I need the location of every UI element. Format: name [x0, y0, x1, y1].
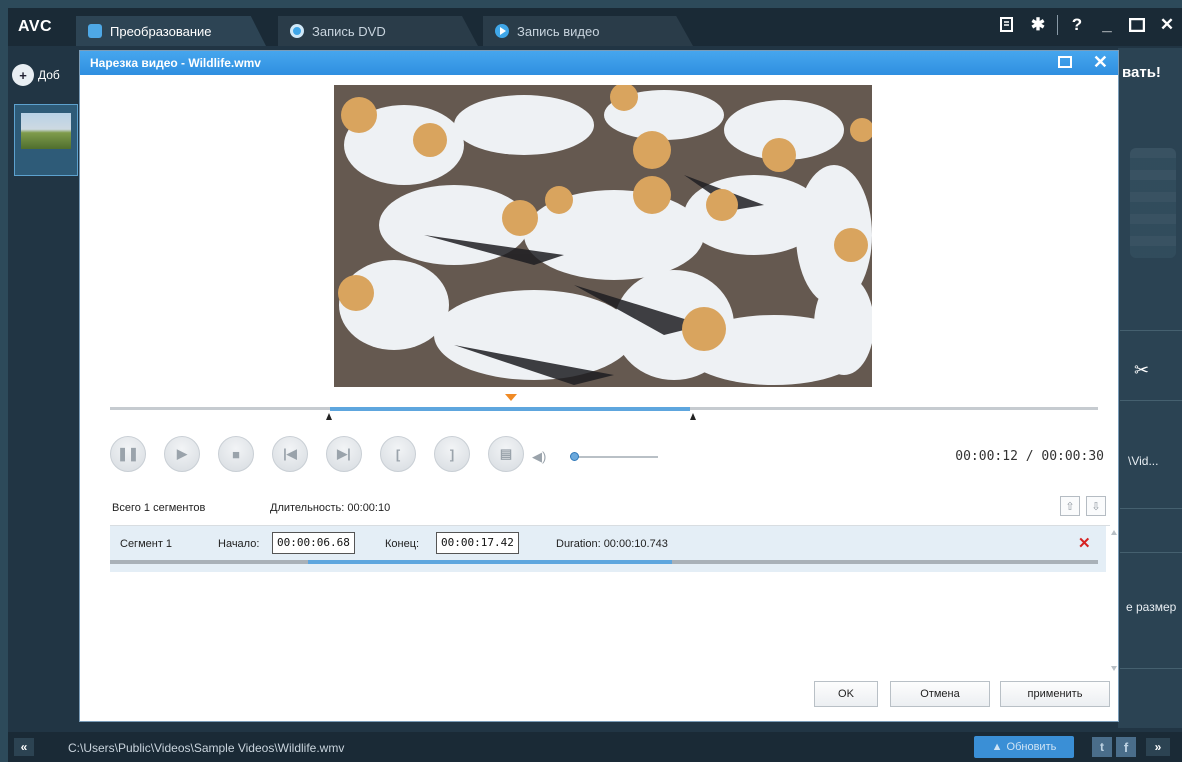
close-icon[interactable]: ✕: [1156, 14, 1178, 36]
segments-duration: Длительность: 00:00:10: [270, 502, 391, 514]
divider: [1120, 400, 1182, 401]
segment-name: Сегмент 1: [120, 538, 173, 550]
end-label: Конец:: [385, 538, 420, 550]
start-marker[interactable]: [326, 413, 332, 420]
tab-video-label: Запись видео: [517, 23, 600, 39]
size-option[interactable]: е размер: [1126, 600, 1176, 614]
tab-dvd-label: Запись DVD: [312, 23, 386, 39]
segment-list: Сегмент 1 Начало: 00:00:06.68 Конец: 00:…: [110, 525, 1117, 675]
play-segment-button[interactable]: ▶: [164, 436, 200, 472]
app-logo: AVC: [18, 18, 53, 35]
task-list-icon[interactable]: [997, 14, 1019, 36]
facebook-icon[interactable]: f: [1116, 737, 1136, 757]
update-button[interactable]: ▲ Обновить: [974, 736, 1074, 758]
add-file-icon: +: [12, 64, 34, 86]
move-down-icon[interactable]: ⇩: [1086, 496, 1106, 516]
volume-icon[interactable]: ◀): [532, 449, 546, 465]
scroll-down-arrow[interactable]: [1111, 666, 1117, 671]
dialog-title-bar: Нарезка видео - Wildlife.wmv: [80, 51, 1118, 75]
add-file-button[interactable]: + Доб: [12, 60, 82, 90]
disc-icon: [290, 24, 304, 38]
start-label: Начало:: [218, 538, 260, 550]
video-preview: [334, 85, 872, 387]
tab-video[interactable]: Запись видео: [483, 16, 693, 46]
add-segment-button[interactable]: ▤: [488, 436, 524, 472]
add-file-label: Доб: [38, 68, 60, 82]
maximize-icon[interactable]: [1126, 14, 1148, 36]
end-time-field[interactable]: 00:00:17.42: [436, 532, 519, 554]
delete-segment-icon[interactable]: ✕: [1078, 534, 1091, 552]
dialog-title: Нарезка видео - Wildlife.wmv: [90, 56, 261, 70]
convert-icon: [88, 24, 102, 38]
help-icon[interactable]: ?: [1066, 14, 1088, 36]
status-path: C:\Users\Public\Videos\Sample Videos\Wil…: [68, 741, 345, 755]
file-thumbnail[interactable]: [14, 104, 78, 176]
time-readout: 00:00:12 / 00:00:30: [955, 449, 1104, 464]
separator: [1057, 15, 1058, 35]
stop-button[interactable]: ■: [218, 436, 254, 472]
thumbnail-image: [21, 113, 71, 149]
scroll-up-arrow[interactable]: [1111, 530, 1117, 535]
divider: [1120, 330, 1182, 331]
twitter-icon[interactable]: t: [1092, 737, 1112, 757]
player-controls: ❚❚ ▶ ■ |◀ ▶| [ ] ▤: [110, 436, 524, 472]
status-bar: « C:\Users\Public\Videos\Sample Videos\W…: [8, 732, 1182, 762]
apply-button[interactable]: применить: [1000, 681, 1110, 707]
segment-range-fill: [308, 560, 672, 564]
end-marker[interactable]: [690, 413, 696, 420]
playhead-marker[interactable]: [505, 394, 517, 401]
cancel-button[interactable]: Отмена: [890, 681, 990, 707]
dialog-maximize-icon[interactable]: [1058, 56, 1072, 68]
minimize-icon[interactable]: _: [1096, 14, 1118, 36]
move-up-icon[interactable]: ⇧: [1060, 496, 1080, 516]
divider: [1120, 508, 1182, 509]
output-path-field[interactable]: \Vid...: [1128, 454, 1158, 468]
convert-button[interactable]: вать!: [1122, 64, 1161, 81]
segment-list-scrollbar[interactable]: [1110, 526, 1120, 676]
collapse-button[interactable]: «: [14, 738, 34, 756]
segment-duration: Duration: 00:00:10.743: [556, 538, 668, 550]
segments-count: Всего 1 сегментов: [112, 502, 206, 514]
segment-row[interactable]: Сегмент 1 Начало: 00:00:06.68 Конец: 00:…: [110, 526, 1106, 572]
ok-button[interactable]: OK: [814, 681, 878, 707]
volume-slider[interactable]: [574, 456, 658, 458]
set-start-button[interactable]: [: [380, 436, 416, 472]
divider: [1120, 552, 1182, 553]
dialog-close-icon[interactable]: ✕: [1093, 52, 1108, 73]
update-label: Обновить: [1006, 741, 1057, 753]
top-bar: AVC Преобразование Запись DVD Запись вид…: [8, 8, 1182, 46]
tab-convert-label: Преобразование: [110, 23, 212, 39]
gear-icon[interactable]: ✱: [1027, 14, 1049, 36]
start-time-field[interactable]: 00:00:06.68: [272, 532, 355, 554]
tab-convert[interactable]: Преобразование: [76, 16, 266, 46]
previous-frame-button[interactable]: |◀: [272, 436, 308, 472]
volume-slider-knob[interactable]: [570, 452, 579, 461]
film-icon: [1130, 148, 1176, 258]
divider: [1120, 668, 1182, 669]
trim-dialog: Нарезка видео - Wildlife.wmv ✕ ❚❚ ▶ ■ |◀…: [79, 50, 1119, 722]
window-controls: ✱ ? _ ✕: [997, 14, 1178, 36]
play-circle-icon: [495, 24, 509, 38]
next-frame-button[interactable]: ▶|: [326, 436, 362, 472]
set-end-button[interactable]: ]: [434, 436, 470, 472]
scissors-icon[interactable]: ✂: [1134, 360, 1149, 381]
timeline-selection[interactable]: [330, 407, 690, 411]
pause-button[interactable]: ❚❚: [110, 436, 146, 472]
expand-button[interactable]: »: [1146, 738, 1170, 756]
tab-dvd[interactable]: Запись DVD: [278, 16, 478, 46]
arrow-up-icon: ▲: [991, 741, 1003, 753]
